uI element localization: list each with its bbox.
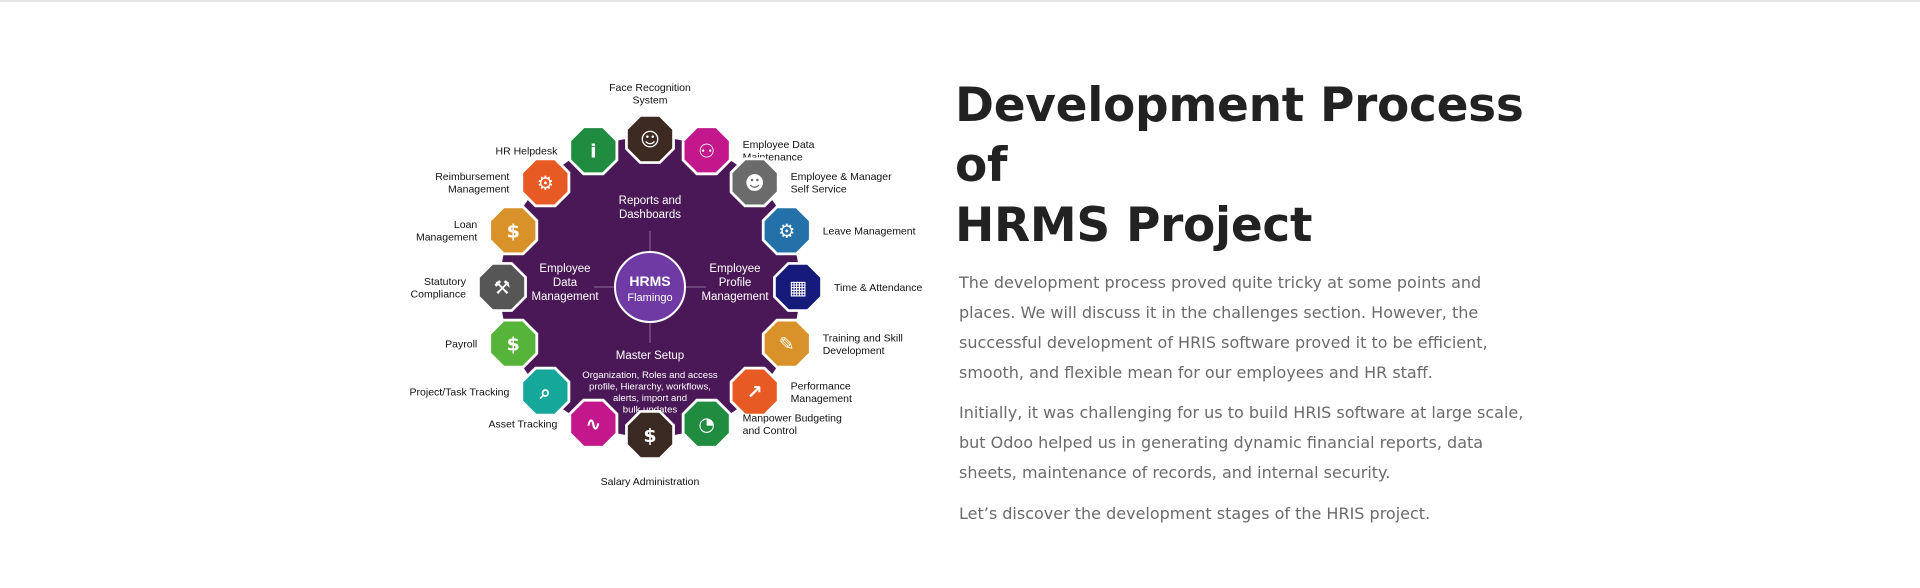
hrms-wheel-svg: HRMSFlamingoReports and DashboardsEmploye… (410, 82, 923, 488)
top-divider (0, 0, 1920, 2)
module-label: Payroll (445, 339, 477, 351)
module-label: Project/Task Tracking (410, 387, 510, 399)
module-node: ◔ (681, 398, 732, 449)
document-edit-icon: ✎ (779, 334, 795, 356)
money-hand-icon: $ (507, 334, 520, 356)
module-label: Salary Administration (601, 476, 700, 488)
module-node: ☻ (729, 157, 780, 208)
module-node: ⚙ (520, 157, 571, 208)
title-line-1: Development Process of (955, 78, 1524, 193)
module-node: $ (488, 205, 539, 256)
module-node: ⚒ (477, 262, 527, 312)
gavel-icon: ⚒ (493, 277, 510, 299)
challenge-paragraph: Initially, it was challenging for us to … (959, 403, 1524, 482)
module-node: ⚙ (761, 205, 812, 256)
text-column: Development Process of HRMS Project The … (955, 76, 1545, 529)
module-label: Performance Management (791, 380, 852, 405)
module-label: Leave Management (823, 225, 916, 237)
module-node: $ (488, 318, 539, 369)
page-title: Development Process of HRMS Project (955, 76, 1545, 256)
intro-paragraph: The development process proved quite tri… (959, 273, 1488, 382)
module-label: Loan Management (416, 219, 477, 244)
gear-icon: ⚙ (778, 220, 795, 242)
module-node: ↗ (729, 366, 780, 417)
module-node: ∿ (568, 398, 619, 449)
line-graph-icon: ∿ (585, 414, 601, 436)
hrms-module-wheel: HRMS Flamingo Reports and Dashboards Employe… (388, 78, 936, 498)
hub-title: HRMS (629, 273, 670, 289)
group-icon: ⚇ (698, 140, 715, 162)
money-bag-icon: $ (507, 220, 520, 242)
module-label: Statutory Compliance (411, 276, 467, 301)
module-label: Employee & Manager Self Service (791, 171, 892, 196)
module-label: HR Helpdesk (496, 145, 559, 157)
module-node: ⌕ (520, 366, 571, 417)
module-node: ✎ (761, 318, 812, 369)
coins-icon: $ (643, 425, 656, 447)
title-line-2: HRMS Project (955, 198, 1313, 253)
magnifier-icon: ⌕ (539, 382, 551, 404)
module-label: Manpower Budgeting and Control (743, 412, 842, 437)
module-node: ⚇ (681, 125, 732, 176)
module-label: Face Recognition System (609, 82, 691, 107)
module-label: Reimbursement Management (435, 171, 509, 196)
info-icon: i (590, 140, 597, 162)
gears-icon: ⚙ (537, 172, 554, 194)
quadrant-master-setup: Master Setup (616, 350, 684, 362)
module-node: i (568, 125, 619, 176)
module-label: Training and Skill Development (823, 332, 903, 357)
module-label: Time & Attendance (834, 282, 922, 294)
gauge-icon: ◔ (698, 414, 715, 436)
module-node: ☺ (625, 114, 675, 164)
module-node: ▦ (773, 262, 823, 312)
face-icon: ☺ (640, 129, 660, 151)
hub-subtitle: Flamingo (627, 292, 672, 304)
discover-paragraph: Let’s discover the development stages of… (959, 504, 1431, 523)
users-icon: ☻ (745, 172, 765, 194)
module-label: Asset Tracking (488, 419, 557, 431)
module-node: $ (625, 410, 675, 460)
bar-chart-icon: ↗ (747, 382, 763, 404)
calendar-icon: ▦ (789, 277, 807, 299)
